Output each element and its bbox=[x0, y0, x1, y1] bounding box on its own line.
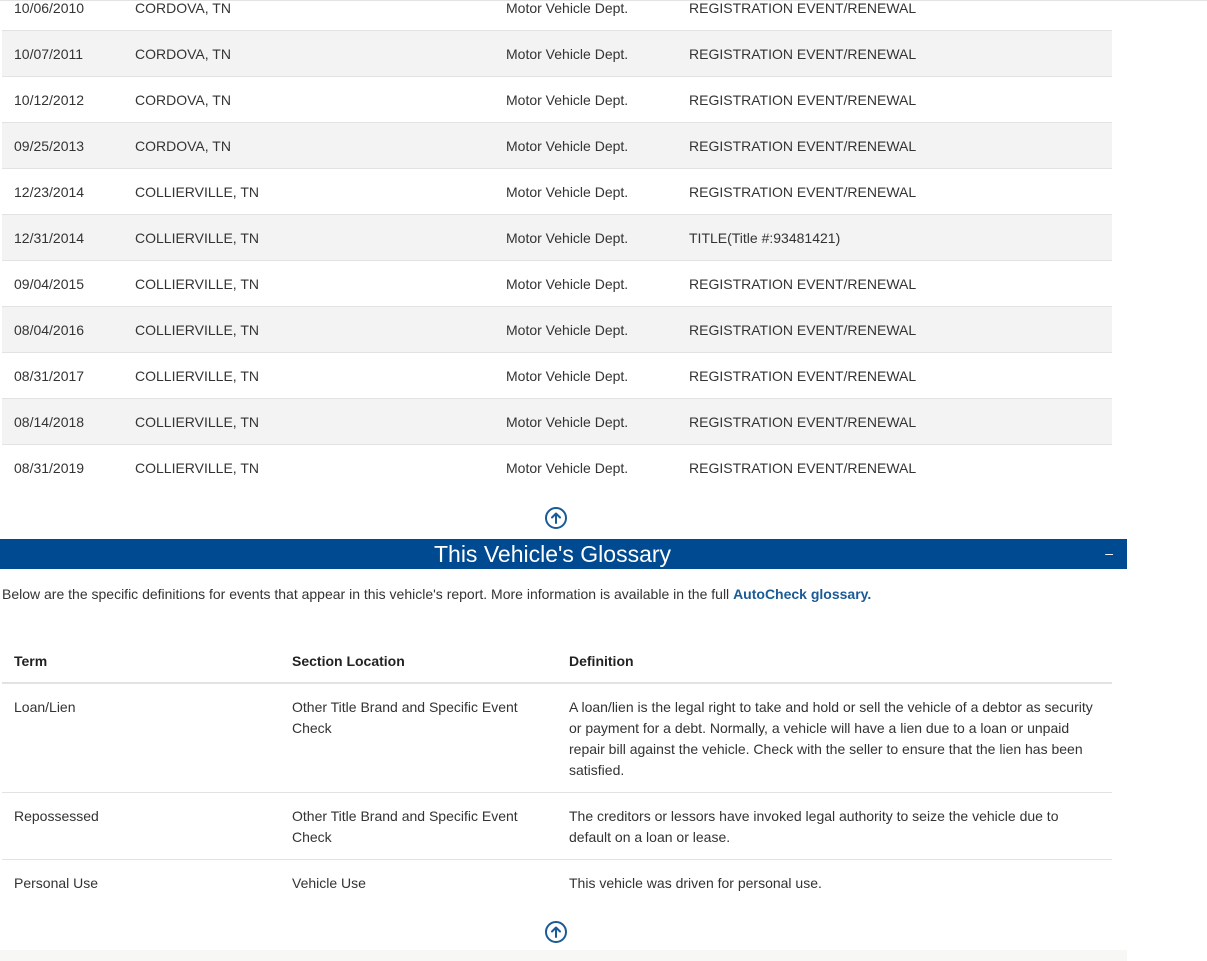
event-detail: REGISTRATION EVENT/RENEWAL bbox=[689, 321, 917, 338]
table-row: 12/31/2014 COLLIERVILLE, TN Motor Vehicl… bbox=[2, 215, 1112, 261]
event-location: CORDOVA, TN bbox=[135, 0, 231, 16]
glossary-table-header: Term Section Location Definition bbox=[2, 638, 1112, 684]
footer-band bbox=[0, 950, 1127, 961]
glossary-term: Personal Use bbox=[14, 875, 99, 891]
event-date: 08/14/2018 bbox=[14, 413, 85, 430]
glossary-section: Vehicle Use bbox=[292, 875, 366, 891]
table-row: 09/25/2013 CORDOVA, TN Motor Vehicle Dep… bbox=[2, 123, 1112, 169]
event-detail: REGISTRATION EVENT/RENEWAL bbox=[689, 45, 917, 62]
event-source: Motor Vehicle Dept. bbox=[506, 460, 629, 476]
table-row: 08/31/2019 COLLIERVILLE, TN Motor Vehicl… bbox=[2, 445, 1112, 491]
table-row: 12/23/2014 COLLIERVILLE, TN Motor Vehicl… bbox=[2, 169, 1112, 215]
event-source: Motor Vehicle Dept. bbox=[506, 367, 629, 384]
arrow-up-circle-icon bbox=[551, 512, 561, 524]
event-date: 10/07/2011 bbox=[14, 45, 84, 62]
table-row: 08/04/2016 COLLIERVILLE, TN Motor Vehicl… bbox=[2, 307, 1112, 353]
glossary-section: Other Title Brand and Specific Event Che… bbox=[292, 808, 518, 845]
event-detail: REGISTRATION EVENT/RENEWAL bbox=[689, 460, 917, 476]
event-location: COLLIERVILLE, TN bbox=[135, 229, 259, 246]
event-detail: REGISTRATION EVENT/RENEWAL bbox=[689, 91, 917, 108]
event-source: Motor Vehicle Dept. bbox=[506, 0, 629, 16]
glossary-term: Loan/Lien bbox=[14, 699, 76, 715]
table-row: 09/04/2015 COLLIERVILLE, TN Motor Vehicl… bbox=[2, 261, 1112, 307]
event-date: 10/12/2012 bbox=[14, 91, 85, 108]
table-row: 08/14/2018 COLLIERVILLE, TN Motor Vehicl… bbox=[2, 399, 1112, 445]
event-location: COLLIERVILLE, TN bbox=[135, 460, 259, 476]
table-row: 10/12/2012 CORDOVA, TN Motor Vehicle Dep… bbox=[2, 77, 1112, 123]
table-row: 10/07/2011 CORDOVA, TN Motor Vehicle Dep… bbox=[2, 31, 1112, 77]
glossary-definition: A loan/lien is the legal right to take a… bbox=[569, 699, 1093, 778]
event-location: CORDOVA, TN bbox=[135, 91, 231, 108]
event-source: Motor Vehicle Dept. bbox=[506, 45, 629, 62]
event-date: 09/04/2015 bbox=[14, 275, 85, 292]
glossary-row: Repossessed Other Title Brand and Specif… bbox=[2, 793, 1112, 860]
event-source: Motor Vehicle Dept. bbox=[506, 321, 629, 338]
event-source: Motor Vehicle Dept. bbox=[506, 275, 629, 292]
glossary-term: Repossessed bbox=[14, 808, 99, 824]
event-source: Motor Vehicle Dept. bbox=[506, 91, 629, 108]
event-location: COLLIERVILLE, TN bbox=[135, 275, 259, 292]
event-location: COLLIERVILLE, TN bbox=[135, 183, 259, 200]
event-date: 08/31/2019 bbox=[14, 460, 85, 476]
event-detail: REGISTRATION EVENT/RENEWAL bbox=[689, 275, 917, 292]
event-detail: REGISTRATION EVENT/RENEWAL bbox=[689, 137, 917, 154]
glossary-title: This Vehicle's Glossary bbox=[433, 541, 672, 567]
header-section-location: Section Location bbox=[292, 653, 405, 669]
table-row: 08/31/2017 COLLIERVILLE, TN Motor Vehicl… bbox=[2, 353, 1112, 399]
event-date: 12/23/2014 bbox=[14, 183, 85, 200]
header-term: Term bbox=[14, 653, 48, 669]
event-detail: REGISTRATION EVENT/RENEWAL bbox=[689, 367, 917, 384]
glossary-definition: The creditors or lessors have invoked le… bbox=[569, 808, 1059, 845]
autocheck-glossary-link[interactable]: AutoCheck glossary. bbox=[733, 586, 871, 602]
glossary-table: Term Section Location Definition Loan/Li… bbox=[2, 638, 1112, 906]
event-detail: REGISTRATION EVENT/RENEWAL bbox=[689, 413, 917, 430]
event-location: COLLIERVILLE, TN bbox=[135, 321, 259, 338]
collapse-button[interactable]: – bbox=[1105, 545, 1113, 561]
glossary-intro: Below are the specific definitions for e… bbox=[2, 586, 871, 602]
glossary-row: Personal Use Vehicle Use This vehicle wa… bbox=[2, 860, 1112, 906]
glossary-header: This Vehicle's Glossary – bbox=[0, 539, 1127, 569]
event-source: Motor Vehicle Dept. bbox=[506, 413, 629, 430]
glossary-definition: This vehicle was driven for personal use… bbox=[569, 875, 822, 891]
event-detail: REGISTRATION EVENT/RENEWAL bbox=[689, 183, 917, 200]
event-location: CORDOVA, TN bbox=[135, 45, 231, 62]
glossary-row: Loan/Lien Other Title Brand and Specific… bbox=[2, 684, 1112, 793]
glossary-intro-text: Below are the specific definitions for e… bbox=[2, 586, 734, 602]
event-source: Motor Vehicle Dept. bbox=[506, 183, 629, 200]
back-to-top-button[interactable] bbox=[545, 507, 567, 529]
event-source: Motor Vehicle Dept. bbox=[506, 229, 629, 246]
event-date: 08/31/2017 bbox=[14, 367, 85, 384]
event-location: COLLIERVILLE, TN bbox=[135, 413, 259, 430]
event-date: 09/25/2013 bbox=[14, 137, 85, 154]
event-date: 10/06/2010 bbox=[14, 0, 85, 16]
event-source: Motor Vehicle Dept. bbox=[506, 137, 629, 154]
event-location: CORDOVA, TN bbox=[135, 137, 231, 154]
header-definition: Definition bbox=[569, 653, 634, 669]
event-location: COLLIERVILLE, TN bbox=[135, 367, 259, 384]
event-date: 12/31/2014 bbox=[14, 229, 85, 246]
back-to-top-button[interactable] bbox=[545, 921, 567, 943]
glossary-section: Other Title Brand and Specific Event Che… bbox=[292, 699, 518, 736]
history-table: 10/06/2010 CORDOVA, TN Motor Vehicle Dep… bbox=[2, 0, 1112, 491]
event-detail: REGISTRATION EVENT/RENEWAL bbox=[689, 0, 917, 16]
table-row: 10/06/2010 CORDOVA, TN Motor Vehicle Dep… bbox=[2, 0, 1112, 31]
event-date: 08/04/2016 bbox=[14, 321, 85, 338]
event-detail: TITLE(Title #:93481421) bbox=[689, 229, 841, 246]
arrow-up-circle-icon bbox=[551, 926, 561, 938]
